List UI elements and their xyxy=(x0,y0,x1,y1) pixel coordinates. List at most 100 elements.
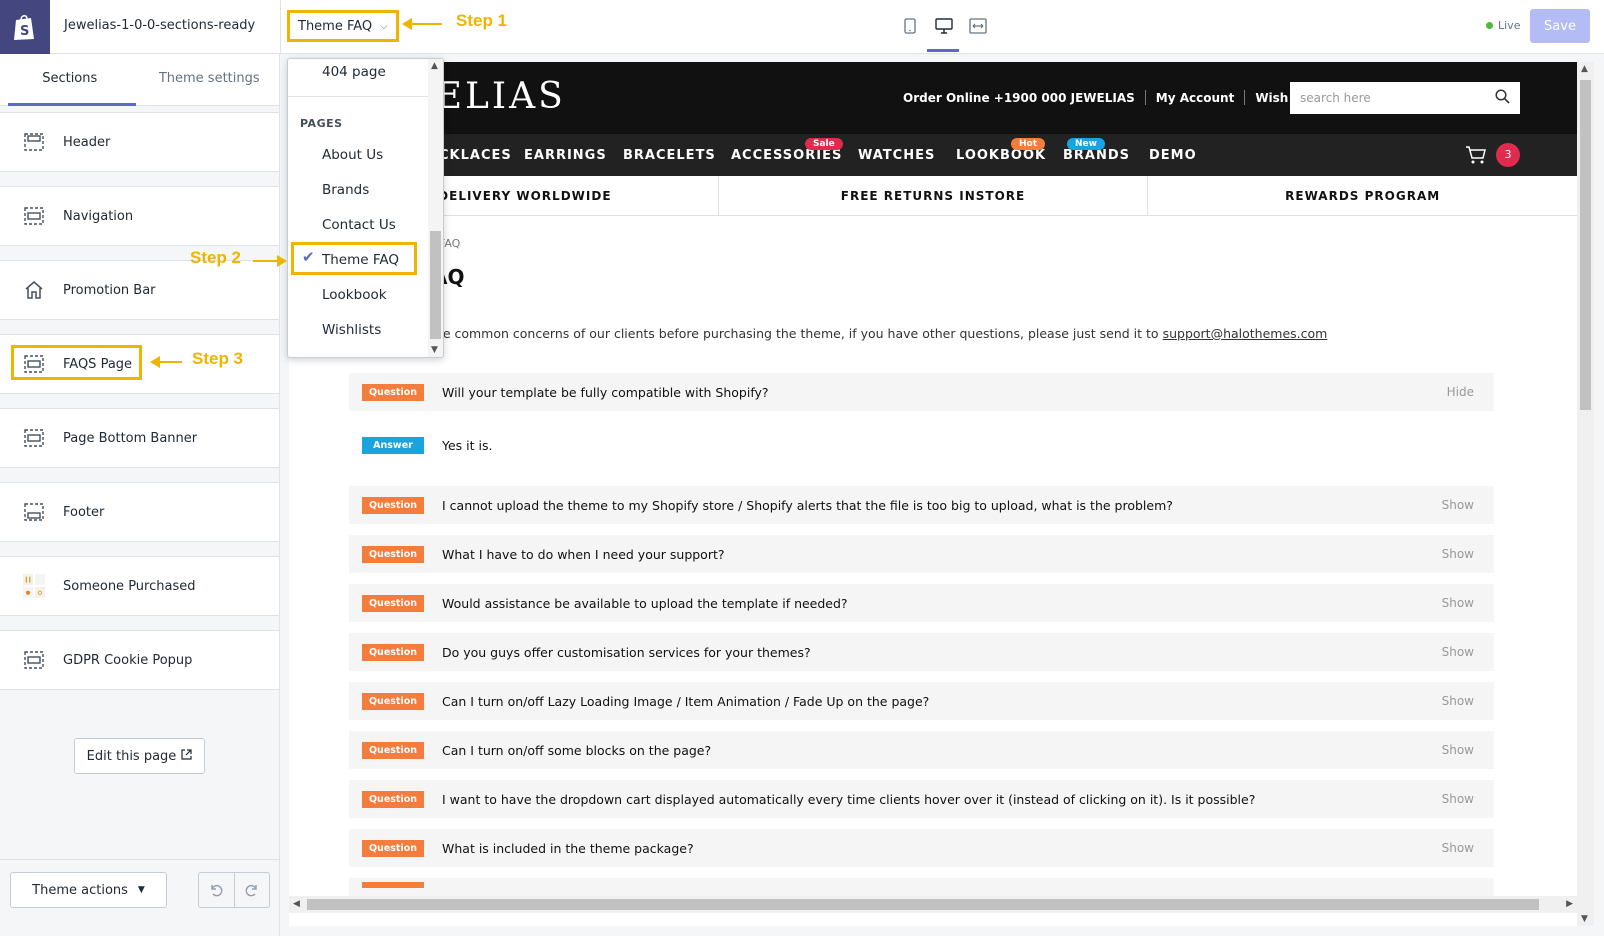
hide-toggle[interactable]: Hide xyxy=(1447,385,1474,399)
faq-question-row[interactable]: Question Will your template be fully com… xyxy=(349,373,1494,411)
faq-question-row[interactable]: Question Do you guys offer customisation… xyxy=(349,633,1494,671)
page-select[interactable]: Theme FAQ ⌵ xyxy=(287,10,399,42)
question-text: What is included in the theme package? xyxy=(442,840,694,856)
scroll-thumb[interactable] xyxy=(307,899,1539,910)
nav-label: ACCESSORIES xyxy=(731,148,843,163)
section-label: Someone Purchased xyxy=(63,578,196,594)
store-header: JEWELIAS Order Online +1900 000 JEWELIAS… xyxy=(289,62,1577,134)
step1-label: Step 1 xyxy=(456,11,508,30)
section-navigation[interactable]: Navigation xyxy=(0,186,279,246)
show-toggle[interactable]: Show xyxy=(1442,596,1474,610)
answer-tag: Answer xyxy=(362,436,424,454)
answer-text: Yes it is. xyxy=(442,437,493,453)
dropdown-item-contact-us[interactable]: Contact Us xyxy=(322,217,396,233)
scroll-down-icon[interactable]: ▼ xyxy=(431,345,438,355)
layout-icon xyxy=(23,131,45,153)
faq-question-row[interactable]: Question What is included in the theme p… xyxy=(349,829,1494,867)
show-toggle[interactable]: Show xyxy=(1442,792,1474,806)
question-tag: Question xyxy=(362,790,424,808)
faq-question-row[interactable]: Question Would assistance be available t… xyxy=(349,584,1494,622)
faq-question-row[interactable]: Question Can I turn on/off some blocks o… xyxy=(349,731,1494,769)
nav-label: BRACELETS xyxy=(623,148,716,163)
scroll-thumb[interactable] xyxy=(430,231,441,339)
caret-down-icon: ▼ xyxy=(137,885,145,895)
question-text: I want to have the dropdown cart display… xyxy=(442,791,1256,807)
hot-badge: Hot xyxy=(1011,138,1046,150)
layout-icon xyxy=(23,205,45,227)
save-button[interactable]: Save xyxy=(1530,9,1590,43)
top-bar: S Jewelias-1-0-0-sections-ready Theme FA… xyxy=(0,0,1604,54)
promo-item[interactable]: REWARDS PROGRAM xyxy=(1147,176,1577,215)
section-header[interactable]: Header xyxy=(0,112,279,172)
question-tag: Question xyxy=(362,692,424,710)
faq-question-row[interactable]: Question I cannot upload the theme to my… xyxy=(349,486,1494,524)
redo-icon[interactable] xyxy=(233,873,270,907)
edit-page-button[interactable]: Edit this page xyxy=(74,738,205,774)
faq-intro: ome common concerns of our clients befor… xyxy=(423,326,1327,341)
nav-lookbook[interactable]: Hot LOOKBOOK xyxy=(956,138,1046,163)
nav-demo[interactable]: DEMO xyxy=(1149,148,1197,163)
dropdown-item-404[interactable]: 404 page xyxy=(322,64,386,80)
my-account-link[interactable]: My Account xyxy=(1156,91,1235,105)
faq-question-row[interactable]: Question I want to have the dropdown car… xyxy=(349,780,1494,818)
faq-question-row[interactable]: Question What I have to do when I need y… xyxy=(349,535,1494,573)
dropdown-item-lookbook[interactable]: Lookbook xyxy=(322,287,387,303)
theme-actions-button[interactable]: Theme actions ▼ xyxy=(10,872,167,908)
mobile-view-icon[interactable] xyxy=(900,15,920,37)
step2-arrow xyxy=(253,255,287,267)
show-toggle[interactable]: Show xyxy=(1442,694,1474,708)
scroll-thumb[interactable] xyxy=(1580,80,1591,410)
scroll-left-icon[interactable]: ◀ xyxy=(293,899,300,909)
desktop-view-icon[interactable] xyxy=(934,15,954,37)
dropdown-item-theme-faq[interactable]: Theme FAQ xyxy=(322,252,399,268)
order-online-link[interactable]: Order Online +1900 000 JEWELIAS xyxy=(903,91,1135,105)
section-footer[interactable]: Footer xyxy=(0,482,279,542)
question-text: I cannot upload the theme to my Shopify … xyxy=(442,497,1173,513)
dropdown-item-wishlists[interactable]: Wishlists xyxy=(322,322,381,338)
scroll-right-icon[interactable]: ▶ xyxy=(1566,899,1573,909)
fullscreen-view-icon[interactable] xyxy=(968,15,988,37)
section-label: Page Bottom Banner xyxy=(63,430,198,446)
chevron-down-icon: ⌵ xyxy=(380,20,388,32)
divider xyxy=(1244,90,1246,105)
horizontal-scrollbar[interactable]: ◀ ▶ xyxy=(289,896,1577,913)
scroll-up-icon[interactable]: ▲ xyxy=(1581,64,1588,74)
dropdown-item-brands[interactable]: Brands xyxy=(322,182,369,198)
show-toggle[interactable]: Show xyxy=(1442,645,1474,659)
cart-icon[interactable] xyxy=(1465,145,1487,169)
undo-icon[interactable] xyxy=(199,873,234,907)
show-toggle[interactable]: Show xyxy=(1442,841,1474,855)
nav-accessories[interactable]: Sale ACCESSORIES xyxy=(731,138,843,163)
search-input[interactable]: search here xyxy=(1290,82,1520,114)
search-icon[interactable] xyxy=(1495,89,1510,107)
question-text: Can I turn on/off some blocks on the pag… xyxy=(442,742,712,758)
dropdown-scrollbar[interactable]: ▲ ▼ xyxy=(428,59,443,357)
dropdown-item-about-us[interactable]: About Us xyxy=(322,147,383,163)
section-gdpr-cookie-popup[interactable]: GDPR Cookie Popup xyxy=(0,630,279,690)
nav-watches[interactable]: WATCHES xyxy=(858,148,935,163)
show-toggle[interactable]: Show xyxy=(1442,547,1474,561)
show-toggle[interactable]: Show xyxy=(1442,498,1474,512)
nav-earrings[interactable]: EARRINGS xyxy=(524,148,607,163)
faq-question-row[interactable]: Question Can I turn on/off Lazy Loading … xyxy=(349,682,1494,720)
scroll-down-icon[interactable]: ▼ xyxy=(1581,914,1588,924)
support-email-link[interactable]: support@halothemes.com xyxy=(1163,326,1328,341)
section-promotion-bar[interactable]: Promotion Bar xyxy=(0,260,279,320)
nav-bracelets[interactable]: BRACELETS xyxy=(623,148,716,163)
nav-brands[interactable]: New BRANDS xyxy=(1063,138,1130,163)
question-tag: Question xyxy=(362,741,424,759)
device-switcher xyxy=(900,15,988,37)
promo-item[interactable]: FREE RETURNS INSTORE xyxy=(717,176,1148,215)
tab-sections[interactable]: Sections xyxy=(0,54,140,105)
section-label: Navigation xyxy=(63,208,134,224)
show-toggle[interactable]: Show xyxy=(1442,743,1474,757)
store-preview: JEWELIAS Order Online +1900 000 JEWELIAS… xyxy=(289,62,1577,926)
section-someone-purchased[interactable]: Someone Purchased xyxy=(0,556,279,616)
scroll-up-icon[interactable]: ▲ xyxy=(431,61,438,71)
section-page-bottom-banner[interactable]: Page Bottom Banner xyxy=(0,408,279,468)
shopify-logo[interactable]: S xyxy=(0,0,50,54)
tab-theme-settings[interactable]: Theme settings xyxy=(140,54,280,105)
nav-necklaces[interactable]: CKLACES xyxy=(439,148,512,163)
vertical-scrollbar[interactable]: ▲ ▼ xyxy=(1577,62,1594,926)
active-device-indicator xyxy=(927,49,959,52)
